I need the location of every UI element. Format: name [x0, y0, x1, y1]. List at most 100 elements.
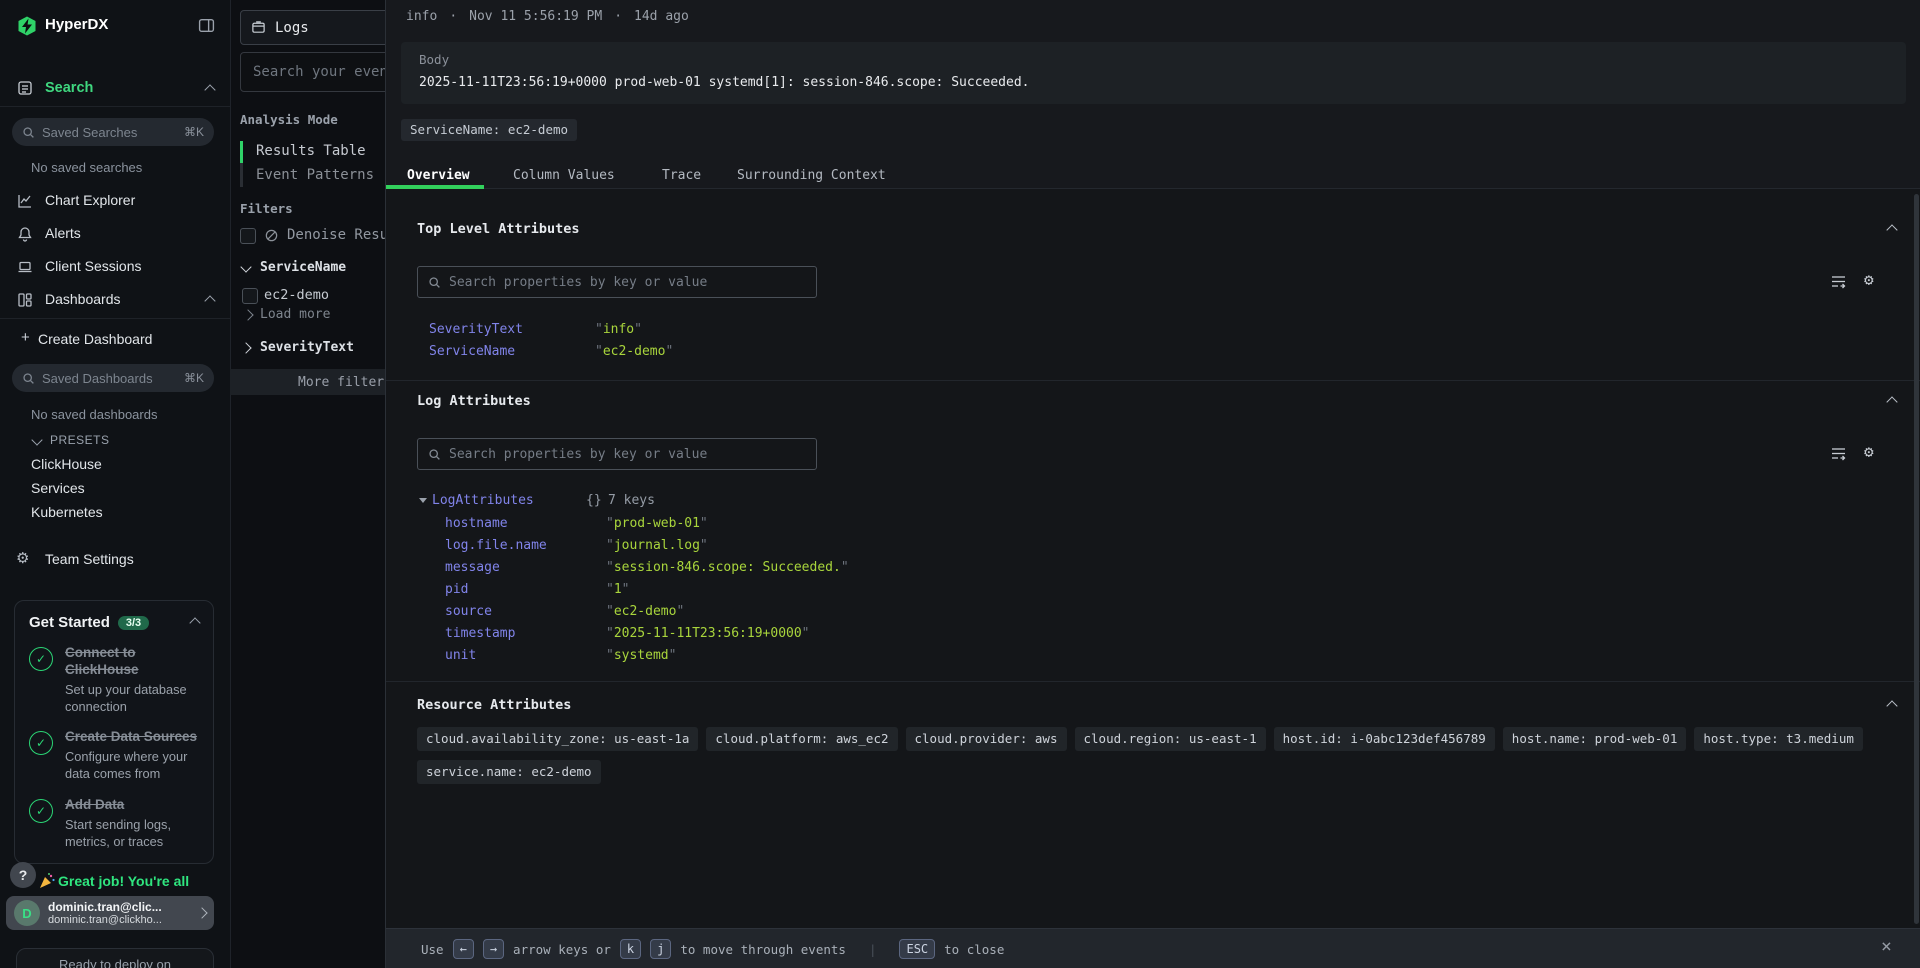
sidebar-item-alerts[interactable]: Alerts	[45, 225, 81, 241]
facet-option-checkbox[interactable]	[242, 288, 258, 304]
denoise-checkbox[interactable]	[240, 228, 256, 244]
line-wrap-icon[interactable]	[1830, 445, 1847, 462]
check-circle-icon	[29, 799, 53, 823]
saved-searches-input[interactable]: Saved Searches ⌘K	[12, 118, 214, 146]
load-more-button[interactable]: Load more	[260, 307, 330, 322]
app: HyperDX Search Saved Searches ⌘K No save…	[0, 0, 1920, 968]
attr-value[interactable]: journal.log	[606, 538, 708, 553]
tab-column-values[interactable]: Column Values	[513, 168, 615, 183]
chevron-right-icon[interactable]	[242, 309, 253, 320]
attr-root-key[interactable]: LogAttributes	[432, 493, 534, 508]
line-wrap-icon[interactable]	[1830, 273, 1847, 290]
chevron-down-icon[interactable]	[240, 261, 251, 272]
section-title-log-attributes: Log Attributes	[417, 393, 531, 409]
attr-value[interactable]: info	[595, 322, 642, 337]
tab-surrounding-context[interactable]: Surrounding Context	[737, 168, 886, 183]
user-menu[interactable]: D dominic.tran@clic... dominic.tran@clic…	[6, 896, 214, 930]
scrollbar[interactable]	[1914, 194, 1919, 924]
facet-severitytext[interactable]: SeverityText	[260, 340, 354, 355]
help-button[interactable]: ?	[10, 862, 36, 888]
key-j: j	[650, 939, 671, 959]
resource-chip[interactable]: cloud.platform: aws_ec2	[706, 727, 897, 751]
resource-chip[interactable]: cloud.availability_zone: us-east-1a	[417, 727, 698, 751]
tab-overview[interactable]: Overview	[407, 168, 470, 183]
footer-hints: Use ← → arrow keys or k j to move throug…	[421, 929, 1004, 968]
attr-value[interactable]: prod-web-01	[606, 516, 708, 531]
facet-servicename[interactable]: ServiceName	[260, 260, 346, 275]
hint-move: to move through events	[680, 942, 846, 957]
key-arrow-left: ←	[453, 939, 474, 959]
expand-node-icon[interactable]	[419, 498, 427, 503]
sidebar-item-search[interactable]: Search	[45, 80, 93, 96]
active-tab-underline	[386, 185, 484, 189]
chevron-right-icon[interactable]	[240, 342, 251, 353]
attr-key[interactable]: log.file.name	[445, 538, 547, 553]
attr-value[interactable]: 1	[606, 582, 629, 597]
chevron-up-icon[interactable]	[204, 295, 215, 306]
hyperdx-logo-icon	[17, 16, 37, 36]
gear-icon[interactable]: ⚙	[1864, 442, 1874, 461]
attr-key[interactable]: message	[445, 560, 500, 575]
attr-key[interactable]: SeverityText	[429, 322, 523, 337]
attr-value[interactable]: ec2-demo	[595, 344, 673, 359]
drawer-footer: Use ← → arrow keys or k j to move throug…	[386, 928, 1920, 968]
get-started-item-title: Add Data	[65, 797, 199, 814]
preset-clickhouse[interactable]: ClickHouse	[31, 456, 102, 472]
sidebar-item-team-settings[interactable]: Team Settings	[45, 551, 134, 567]
get-started-item-title: Connect to ClickHouse	[65, 645, 199, 679]
properties-search-input[interactable]: Search properties by key or value	[417, 266, 817, 298]
party-popper-icon	[38, 872, 56, 890]
filters-label: Filters	[240, 201, 293, 216]
key-count: 7 keys	[608, 493, 655, 508]
properties-search-input[interactable]: Search properties by key or value	[417, 438, 817, 470]
resource-chips: cloud.availability_zone: us-east-1a clou…	[417, 727, 1879, 784]
get-started-item[interactable]: Create Data Sources Configure where your…	[29, 729, 199, 782]
attr-value[interactable]: systemd	[606, 648, 676, 663]
gear-icon[interactable]: ⚙	[1864, 270, 1874, 289]
attr-value[interactable]: ec2-demo	[606, 604, 684, 619]
tab-trace[interactable]: Trace	[662, 168, 701, 183]
saved-dashboards-input[interactable]: Saved Dashboards ⌘K	[12, 364, 214, 392]
resource-chip[interactable]: host.id: i-0abc123def456789	[1274, 727, 1495, 751]
attr-key[interactable]: timestamp	[445, 626, 515, 641]
resource-chip[interactable]: host.type: t3.medium	[1694, 727, 1863, 751]
sidebar-item-chart-explorer[interactable]: Chart Explorer	[45, 192, 135, 208]
get-started-item[interactable]: Connect to ClickHouse Set up your databa…	[29, 645, 199, 715]
mode-results-table[interactable]: Results Table	[256, 143, 366, 159]
mode-event-patterns[interactable]: Event Patterns	[256, 167, 374, 183]
celebration-text: Great job! You're all	[58, 873, 189, 889]
chevron-up-icon[interactable]	[189, 617, 200, 628]
facet-option-ec2-demo[interactable]: ec2-demo	[264, 287, 329, 303]
attr-key[interactable]: unit	[445, 648, 476, 663]
user-name: dominic.tran@clic...	[48, 900, 162, 914]
get-started-item[interactable]: Add Data Start sending logs, metrics, or…	[29, 797, 199, 850]
preset-services[interactable]: Services	[31, 480, 85, 496]
footer-divider: |	[869, 942, 877, 957]
section-title-resource-attributes: Resource Attributes	[417, 697, 571, 713]
sidebar-item-client-sessions[interactable]: Client Sessions	[45, 258, 142, 274]
preset-kubernetes[interactable]: Kubernetes	[31, 504, 103, 520]
body-text[interactable]: 2025-11-11T23:56:19+0000 prod-web-01 sys…	[401, 67, 1906, 90]
section-title-top-level: Top Level Attributes	[417, 221, 580, 237]
chevron-up-icon[interactable]	[204, 84, 215, 95]
attr-key[interactable]: pid	[445, 582, 468, 597]
resource-chip[interactable]: service.name: ec2-demo	[417, 760, 601, 784]
source-selector-label: Logs	[275, 20, 309, 36]
attr-value[interactable]: 2025-11-11T23:56:19+0000	[606, 626, 810, 641]
resource-chip[interactable]: host.name: prod-web-01	[1503, 727, 1687, 751]
service-name-tag[interactable]: ServiceName: ec2-demo	[401, 119, 577, 141]
resource-chip[interactable]: cloud.region: us-east-1	[1075, 727, 1266, 751]
sidebar-item-dashboards[interactable]: Dashboards	[45, 291, 121, 307]
attr-key[interactable]: hostname	[445, 516, 508, 531]
create-dashboard-button[interactable]: Create Dashboard	[38, 331, 152, 347]
chevron-down-icon[interactable]	[31, 434, 42, 445]
collapse-sidebar-icon[interactable]	[198, 17, 215, 34]
mode-rail-active	[240, 141, 243, 163]
close-icon[interactable]: ×	[1881, 938, 1892, 956]
attr-key[interactable]: source	[445, 604, 492, 619]
event-timestamp: Nov 11 5:56:19 PM	[469, 9, 602, 24]
attr-value[interactable]: session-846.scope: Succeeded.	[606, 560, 849, 575]
resource-chip[interactable]: cloud.provider: aws	[906, 727, 1067, 751]
attr-key[interactable]: ServiceName	[429, 344, 515, 359]
presets-label[interactable]: PRESETS	[50, 433, 110, 447]
